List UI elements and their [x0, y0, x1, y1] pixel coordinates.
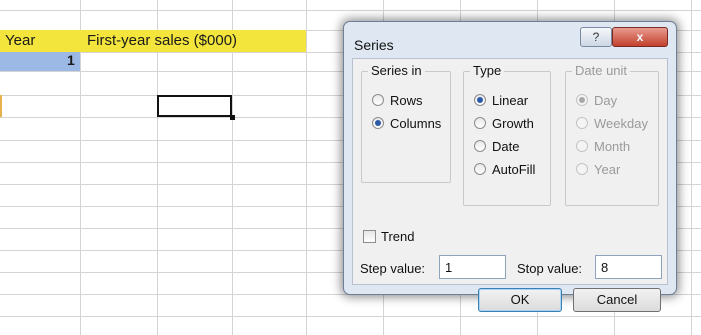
stop-value-input[interactable]: [595, 255, 662, 279]
radio-year-indicator: [576, 163, 588, 175]
radio-growth-indicator[interactable]: [474, 117, 486, 129]
date-unit-label: Date unit: [572, 63, 631, 78]
radio-columns-label: Columns: [390, 116, 442, 131]
series-dialog: Series ? x Series in Rows Columns Type L…: [343, 21, 677, 312]
step-value-input[interactable]: [439, 255, 506, 279]
help-button[interactable]: ?: [580, 27, 612, 47]
series-in-label: Series in: [368, 63, 425, 78]
trend-checkbox[interactable]: [363, 230, 376, 243]
radio-weekday-indicator: [576, 117, 588, 129]
radio-date-label: Date: [492, 139, 520, 154]
radio-day-indicator: [576, 94, 588, 106]
step-value-label: Step value:: [360, 261, 426, 276]
radio-autofill-label: AutoFill: [492, 162, 536, 177]
radio-month-indicator: [576, 140, 588, 152]
type-group: Type Linear Growth Date AutoFill: [463, 63, 551, 206]
radio-date-indicator[interactable]: [474, 140, 486, 152]
radio-year-label: Year: [594, 162, 621, 177]
series-in-group: Series in Rows Columns: [361, 63, 451, 183]
fill-handle[interactable]: [230, 115, 235, 120]
stop-value-label: Stop value:: [517, 261, 583, 276]
row-marker: [0, 95, 2, 117]
active-cell[interactable]: [157, 95, 232, 117]
ok-button[interactable]: OK: [478, 288, 562, 312]
radio-month-label: Month: [594, 139, 631, 154]
radio-growth-label: Growth: [492, 116, 534, 131]
grid-column-line: [691, 0, 692, 335]
date-unit-group: Date unit Day Weekday Month Year: [565, 63, 659, 206]
radio-autofill-indicator[interactable]: [474, 163, 486, 175]
grid-row-line: [0, 316, 701, 317]
dialog-body: Series in Rows Columns Type Linear Growt…: [352, 58, 668, 312]
close-button[interactable]: x: [612, 27, 668, 47]
radio-linear-indicator[interactable]: [474, 94, 486, 106]
radio-columns-indicator[interactable]: [372, 117, 384, 129]
trend-label[interactable]: Trend: [381, 229, 414, 244]
cancel-button[interactable]: Cancel: [573, 288, 661, 312]
radio-weekday-label: Weekday: [594, 116, 648, 131]
radio-linear-label: Linear: [492, 93, 529, 108]
dialog-title: Series: [354, 37, 394, 53]
type-label: Type: [470, 63, 505, 78]
grid-column-line: [306, 0, 307, 335]
radio-day-label: Day: [594, 93, 618, 108]
cell-header-sales[interactable]: First-year sales ($000): [87, 32, 237, 49]
cell-year-value[interactable]: 1: [67, 52, 75, 68]
cell-header-year[interactable]: Year: [5, 32, 35, 49]
radio-rows-label: Rows: [390, 93, 423, 108]
grid-row-line: [0, 10, 701, 11]
radio-rows-indicator[interactable]: [372, 94, 384, 106]
